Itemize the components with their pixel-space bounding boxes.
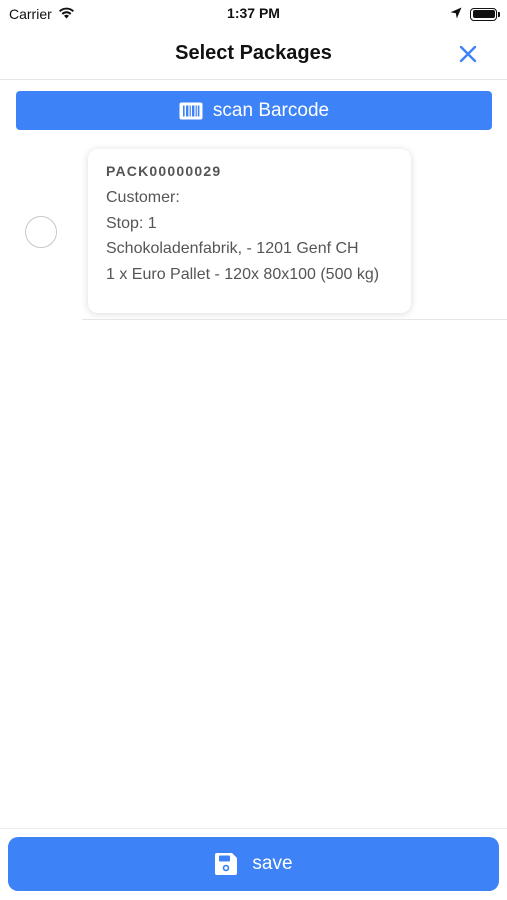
package-select-radio[interactable] (25, 216, 57, 248)
package-address: Schokoladenfabrik, - 1201 Genf CH (106, 240, 359, 257)
bottom-divider (0, 828, 507, 829)
package-contents: 1 x Euro Pallet - 120x 80x100 (500 kg) (106, 265, 380, 283)
save-label: save (252, 853, 293, 874)
select-packages-screen: Carrier 1:37 PM Select Packages scan Bar… (0, 0, 507, 900)
package-card[interactable]: PACK00000029 Customer: Stop: 1 Schokolad… (88, 149, 411, 313)
package-stop: Stop: 1 (106, 214, 157, 232)
package-customer: Customer: (106, 189, 180, 206)
save-button[interactable]: save (8, 837, 499, 891)
status-bar: Carrier 1:37 PM (0, 0, 507, 28)
package-id: PACK00000029 (106, 163, 222, 179)
status-time: 1:37 PM (227, 5, 280, 21)
row-divider (82, 319, 507, 320)
close-icon (459, 45, 477, 63)
close-button[interactable] (455, 41, 481, 67)
battery-icon (470, 7, 500, 21)
page-title: Select Packages (175, 42, 332, 64)
scan-barcode-label: scan Barcode (212, 99, 330, 121)
save-icon (215, 853, 238, 875)
barcode-icon (179, 102, 203, 119)
nav-bar: Select Packages (0, 28, 507, 80)
scan-barcode-button[interactable]: scan Barcode (16, 91, 492, 130)
